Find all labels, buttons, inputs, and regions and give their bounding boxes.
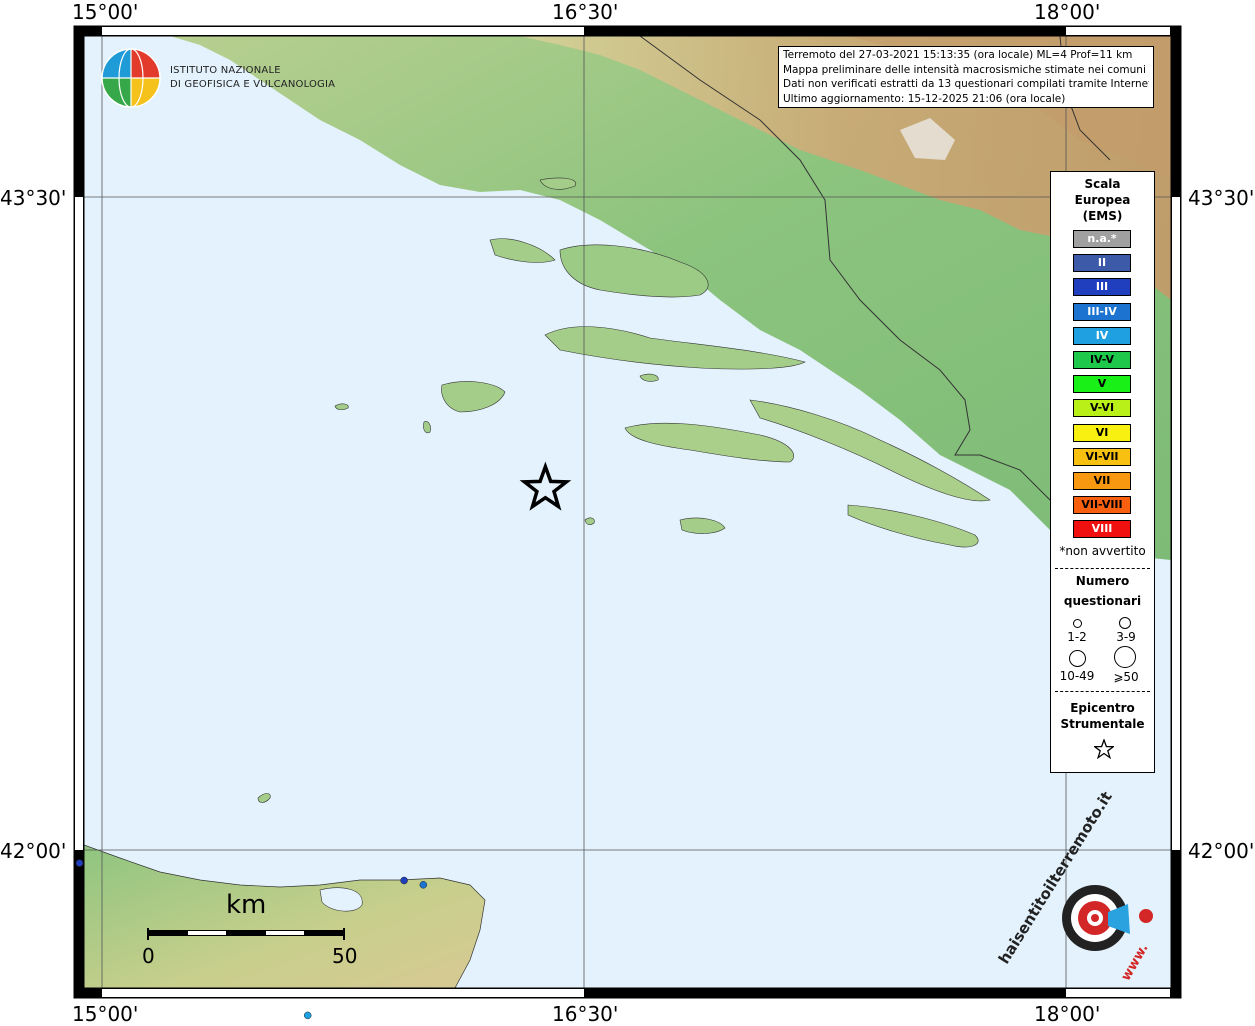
scale-max: 50	[332, 944, 358, 968]
lat-label-right-1: 43°30'	[1188, 186, 1255, 210]
count-label: ⩾50	[1113, 670, 1139, 684]
event-info-line: Ultimo aggiornamento: 15-12-2025 21:06 (…	[783, 92, 1066, 105]
lat-label-left-1: 43°30'	[0, 186, 67, 210]
legend-divider	[1055, 568, 1150, 569]
lat-label-left-2: 42°00'	[0, 839, 67, 863]
ingv-logo-line1: ISTITUTO NAZIONALE	[170, 65, 281, 76]
ingv-logo-icon	[101, 48, 161, 108]
observation-point	[75, 859, 84, 867]
event-info-line: Mappa preliminare delle intensità macros…	[783, 63, 1146, 76]
lon-label-top-2: 16°30'	[552, 0, 619, 24]
ems-class-swatch: V-VI	[1073, 399, 1131, 418]
count-label: 10-49	[1059, 669, 1095, 683]
lat-label-right-2: 42°00'	[1188, 839, 1255, 863]
observation-point	[419, 881, 428, 889]
count-label: 3-9	[1116, 630, 1136, 644]
epicenter-title-1: Epicentro	[1070, 701, 1135, 715]
ems-class-swatch: IV	[1073, 326, 1131, 345]
count-title-2: questionari	[1063, 594, 1142, 608]
ems-class-swatch: III	[1073, 278, 1131, 297]
legend-divider	[1055, 691, 1150, 692]
lon-label-bottom-3: 18°00'	[1034, 1002, 1101, 1026]
observation-point	[303, 1011, 312, 1020]
scale-unit: km	[226, 890, 267, 920]
count-circle-xlarge	[1114, 646, 1136, 668]
ems-class-swatch: VIII	[1073, 520, 1131, 539]
lon-label-bottom-1: 15°00'	[72, 1002, 139, 1026]
epicenter-title-2: Strumentale	[1060, 717, 1145, 731]
not-felt-note: *non avvertito	[1059, 544, 1146, 558]
scale-min: 0	[142, 944, 155, 968]
count-circle-small	[1073, 619, 1082, 628]
ingv-logo-line2: DI GEOFISICA E VULCANOLOGIA	[170, 79, 336, 90]
observation-point	[400, 876, 408, 885]
legend-title-2: Europea	[1074, 193, 1131, 207]
ems-class-swatch: V	[1073, 375, 1131, 394]
event-info-line: Terremoto del 27-03-2021 15:13:35 (ora l…	[783, 49, 1133, 61]
ems-class-swatch: VI-VII	[1073, 447, 1131, 466]
intensity-legend: Scala Europea (EMS) n.a.* II III III-IV IV IV…	[1050, 171, 1155, 773]
count-circle-medium	[1119, 617, 1131, 629]
lon-label-top-1: 15°00'	[72, 0, 139, 24]
legend-title-3: (EMS)	[1082, 209, 1123, 223]
count-title-1: Numero	[1075, 574, 1130, 588]
ems-class-swatch: VI	[1073, 423, 1131, 442]
ems-class-swatch: VII	[1073, 472, 1131, 490]
ems-class-swatch: II	[1073, 254, 1131, 273]
ems-class-swatch: VII-VIII	[1073, 496, 1131, 515]
lon-label-top-3: 18°00'	[1034, 0, 1101, 24]
count-label: 1-2	[1067, 630, 1087, 644]
event-info-line: Dati non verificati estratti da 13 quest…	[783, 78, 1149, 90]
ems-class-swatch: n.a.*	[1073, 230, 1131, 248]
ems-class-swatch: IV-V	[1073, 351, 1131, 369]
event-info-box: Terremoto del 27-03-2021 15:13:35 (ora l…	[778, 46, 1154, 108]
count-circle-large	[1069, 650, 1086, 667]
ems-class-swatch: III-IV	[1073, 302, 1131, 321]
legend-star-icon	[1094, 739, 1114, 759]
lon-label-bottom-2: 16°30'	[552, 1002, 619, 1026]
legend-title-1: Scala	[1084, 177, 1121, 191]
island	[334, 403, 349, 411]
